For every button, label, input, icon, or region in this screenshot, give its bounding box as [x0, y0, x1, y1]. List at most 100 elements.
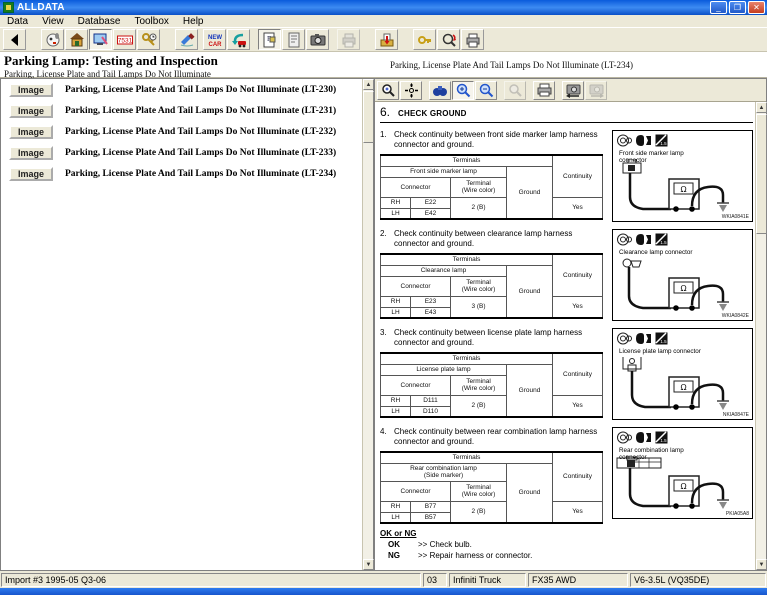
image-button[interactable]: Image: [9, 146, 53, 160]
document-image-icon: F: [262, 32, 278, 48]
image-button[interactable]: Image: [9, 125, 53, 139]
list-item[interactable]: Image Parking, License Plate And Tail La…: [9, 104, 359, 118]
article-link[interactable]: Parking, License Plate And Tail Lamps Do…: [65, 85, 336, 95]
viewer-scrollbar[interactable]: ▲ ▼: [755, 102, 766, 570]
estimate-7531-button[interactable]: 7531: [113, 29, 136, 50]
back-icon: [7, 32, 23, 48]
scroll-down-icon[interactable]: ▼: [363, 559, 374, 570]
alldata-logo-icon: [3, 2, 14, 13]
scroll-up-icon[interactable]: ▲: [363, 79, 374, 90]
zoom-in-icon: [381, 83, 396, 98]
connector-view-icon: [617, 134, 632, 147]
step-text: Check continuity between clearance lamp …: [394, 229, 572, 248]
minimize-button[interactable]: _: [710, 1, 727, 14]
import-inbox-icon: [379, 32, 395, 48]
okng-section: OK or NG OK>> Check bulb. NG>> Repair ha…: [380, 529, 753, 562]
document-viewer-panel: 6. CHECK GROUND 1.Check continuity betwe…: [374, 78, 767, 571]
camera-button[interactable]: [306, 29, 329, 50]
search-dog-button[interactable]: [41, 29, 64, 50]
page-left-button[interactable]: [562, 81, 584, 100]
disconnect-icon: [635, 134, 652, 147]
ng-action: >> Repair harness or connector.: [418, 551, 532, 562]
step-3: 3.Check continuity between license plate…: [380, 328, 753, 420]
zoom-in-button[interactable]: [377, 81, 399, 100]
viewer-print-button[interactable]: [533, 81, 555, 100]
restore-button[interactable]: ❐: [729, 1, 746, 14]
scroll-down-icon[interactable]: ▼: [756, 559, 767, 570]
zoom-in-blue-button[interactable]: [452, 81, 474, 100]
status-make: Infiniti Truck: [449, 573, 526, 587]
article-link[interactable]: Parking, License Plate And Tail Lamps Do…: [65, 106, 336, 116]
close-button[interactable]: ✕: [748, 1, 765, 14]
article-list-panel: Image Parking, License Plate And Tail La…: [0, 78, 374, 571]
zoom-out-blue-button[interactable]: [475, 81, 497, 100]
computer-settings-button[interactable]: [89, 29, 112, 50]
document-image-button[interactable]: F: [258, 29, 281, 50]
status-model: FX35 AWD: [528, 573, 628, 587]
keys-clock-button[interactable]: [137, 29, 160, 50]
search-dog-icon: [45, 32, 61, 48]
step-text: Check continuity between license plate l…: [394, 328, 582, 347]
back-button[interactable]: [3, 29, 26, 50]
step-number: 1.: [380, 130, 387, 140]
car-wash-brush-button[interactable]: [175, 29, 198, 50]
step-1: 1.Check continuity between front side ma…: [380, 130, 753, 222]
article-link[interactable]: Parking, License Plate And Tail Lamps Do…: [65, 127, 336, 137]
svg-text:Ω: Ω: [680, 185, 686, 194]
menu-database[interactable]: Database: [71, 15, 128, 28]
document-text-button[interactable]: [282, 29, 305, 50]
menu-bar: Data View Database Toolbox Help: [0, 15, 767, 28]
terminals-table: TerminalsContinuity Front side marker la…: [380, 154, 603, 220]
terminals-table: TerminalsContinuity Rear combination lam…: [380, 451, 603, 524]
article-link[interactable]: Parking, License Plate And Tail Lamps Do…: [65, 169, 336, 179]
svg-text:Ω: Ω: [680, 383, 686, 392]
scroll-thumb[interactable]: [756, 114, 767, 234]
list-item[interactable]: Image Parking, License Plate And Tail La…: [9, 167, 359, 181]
camera-icon: [310, 32, 326, 48]
section-header: 6. CHECK GROUND: [380, 105, 753, 123]
image-button[interactable]: Image: [9, 104, 53, 118]
connector-view-icon: [617, 233, 632, 246]
page-right-icon: [588, 83, 605, 98]
pan-button[interactable]: [400, 81, 422, 100]
new-car-button[interactable]: NEWCAR: [203, 29, 226, 50]
car-wash-brush-icon: [179, 32, 195, 48]
ok-action: >> Check bulb.: [418, 540, 472, 551]
image-button[interactable]: Image: [9, 83, 53, 97]
zoom-out-blue-icon: [479, 83, 494, 98]
figure-code: WKIA0841E: [722, 214, 749, 220]
status-bar: Import #3 1995-05 Q3-06 03 Infiniti Truc…: [0, 571, 767, 588]
scroll-up-icon[interactable]: ▲: [756, 102, 767, 113]
fuse-1-5-icon: 1.5: [655, 233, 668, 246]
diagram-image: 1.5 Front side marker lamp connector Ω: [612, 130, 753, 222]
svg-text:NEW: NEW: [208, 35, 222, 41]
step-number: 4.: [380, 427, 387, 437]
list-item[interactable]: Image Parking, License Plate And Tail La…: [9, 146, 359, 160]
import-inbox-button[interactable]: [375, 29, 398, 50]
menu-toolbox[interactable]: Toolbox: [127, 15, 175, 28]
car-return-icon: [231, 32, 247, 48]
print-button[interactable]: [461, 29, 484, 50]
menu-view[interactable]: View: [35, 15, 71, 28]
list-item[interactable]: Image Parking, License Plate And Tail La…: [9, 83, 359, 97]
sidebar-scrollbar[interactable]: ▲ ▼: [362, 79, 373, 570]
key-button[interactable]: [413, 29, 436, 50]
page-right-button: [585, 81, 607, 100]
menu-help[interactable]: Help: [176, 15, 211, 28]
fuse-1-5-icon: 1.5: [655, 431, 668, 444]
scroll-thumb[interactable]: [363, 91, 374, 143]
home-button[interactable]: [65, 29, 88, 50]
window-title: ALLDATA: [17, 2, 65, 13]
keys-clock-icon: [141, 32, 157, 48]
article-link[interactable]: Parking, License Plate And Tail Lamps Do…: [65, 148, 336, 158]
menu-data[interactable]: Data: [0, 15, 35, 28]
search-binoculars-button[interactable]: [429, 81, 451, 100]
step-4: 4.Check continuity between rear combinat…: [380, 427, 753, 524]
image-button[interactable]: Image: [9, 167, 53, 181]
car-return-button[interactable]: [227, 29, 250, 50]
list-item[interactable]: Image Parking, License Plate And Tail La…: [9, 125, 359, 139]
taskbar-strip: [0, 588, 767, 595]
print-disabled-button: [337, 29, 360, 50]
status-import: Import #3 1995-05 Q3-06: [1, 573, 421, 587]
search-refresh-button[interactable]: [437, 29, 460, 50]
